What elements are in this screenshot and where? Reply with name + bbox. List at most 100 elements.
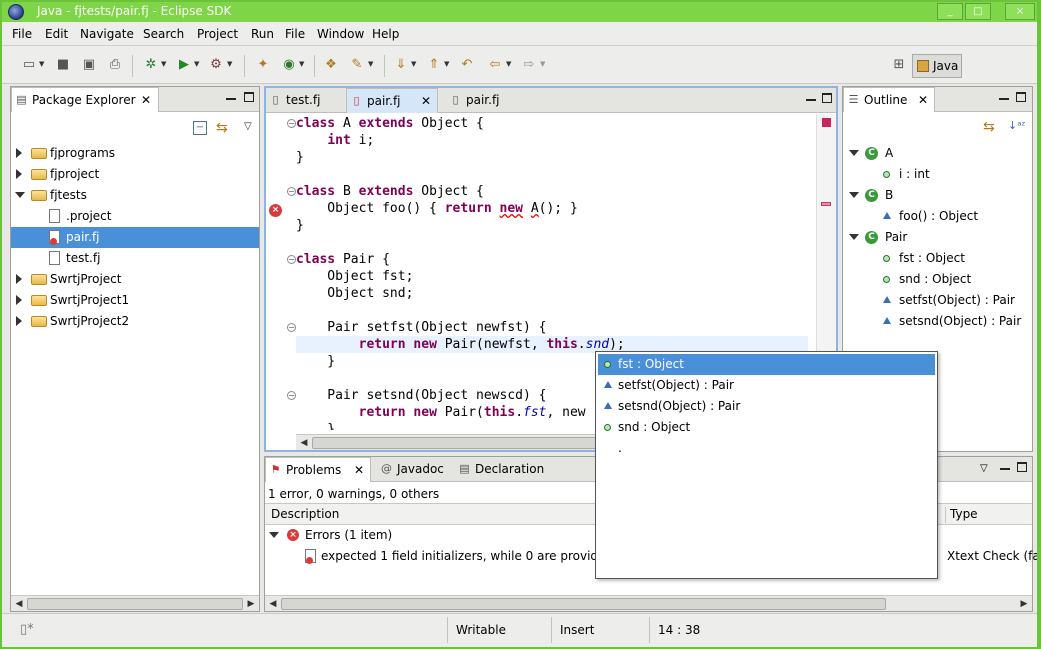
sort-icon[interactable]: ↓ᵃᶻ: [1008, 119, 1026, 132]
collapse-arrow-icon[interactable]: [849, 150, 859, 156]
scroll-left-icon[interactable]: ◀: [13, 598, 25, 610]
menu-file-2[interactable]: File: [285, 27, 305, 41]
close-window-button[interactable]: ×: [1005, 3, 1035, 20]
close-icon[interactable]: ✕: [141, 88, 151, 112]
forward-dropdown-icon[interactable]: ▼: [540, 60, 545, 68]
completion-item-setfst[interactable]: setfst(Object) : Pair: [598, 375, 935, 396]
collapse-arrow-icon[interactable]: [849, 192, 859, 198]
outline-item-field-snd[interactable]: snd : Object: [843, 269, 1032, 290]
collapse-arrow-icon[interactable]: [15, 192, 25, 198]
menu-navigate[interactable]: Navigate: [80, 27, 134, 41]
eclipse-app-icon[interactable]: [8, 4, 24, 20]
new-dropdown-icon[interactable]: ▼: [39, 60, 44, 68]
external-tools-dropdown-icon[interactable]: ▼: [227, 60, 232, 68]
tree-item-swrtjproject1[interactable]: SwrtjProject1: [11, 290, 259, 311]
link-with-editor-icon[interactable]: ⇆: [983, 119, 995, 135]
expand-arrow-icon[interactable]: [16, 295, 22, 305]
maximize-view-icon[interactable]: [1017, 462, 1027, 472]
new-package-icon[interactable]: ✦: [254, 56, 272, 74]
minimize-view-icon[interactable]: [999, 92, 1009, 100]
column-type[interactable]: Type: [945, 507, 978, 523]
completion-item-dot[interactable]: .: [598, 438, 935, 459]
external-tools-icon[interactable]: ⚙: [207, 56, 225, 74]
fold-collapse-icon[interactable]: −: [287, 119, 296, 128]
save-all-icon[interactable]: ▣: [80, 56, 98, 74]
scroll-thumb[interactable]: [281, 598, 886, 610]
debug-icon[interactable]: ✲: [142, 56, 160, 74]
scroll-left-icon[interactable]: ◀: [298, 437, 310, 449]
previous-annotation-dropdown-icon[interactable]: ▼: [444, 60, 449, 68]
tree-item-fjprograms[interactable]: fjprograms: [11, 143, 259, 164]
collapse-arrow-icon[interactable]: [269, 532, 279, 538]
close-icon[interactable]: ✕: [421, 89, 431, 113]
tab-declaration[interactable]: ▤ Declaration: [455, 457, 545, 482]
column-description[interactable]: Description: [271, 507, 339, 521]
close-icon[interactable]: ✕: [918, 88, 928, 112]
menu-search[interactable]: Search: [143, 27, 184, 41]
completion-item-snd[interactable]: snd : Object: [598, 417, 935, 438]
new-class-dropdown-icon[interactable]: ▼: [299, 60, 304, 68]
new-class-icon[interactable]: ◉: [280, 56, 298, 74]
next-annotation-dropdown-icon[interactable]: ▼: [411, 60, 416, 68]
scroll-thumb[interactable]: [312, 437, 612, 449]
outline-item-field-fst[interactable]: fst : Object: [843, 248, 1032, 269]
last-edit-location-icon[interactable]: ↶: [458, 56, 476, 74]
collapse-all-icon[interactable]: −: [193, 121, 207, 135]
link-with-editor-icon[interactable]: ⇆: [216, 120, 228, 136]
menu-help[interactable]: Help: [372, 27, 399, 41]
menu-file[interactable]: File: [12, 27, 32, 41]
scroll-right-icon[interactable]: ▶: [1018, 598, 1030, 610]
tab-pair-fj[interactable]: ▯ pair.fj: [446, 88, 526, 113]
debug-dropdown-icon[interactable]: ▼: [161, 60, 166, 68]
collapse-arrow-icon[interactable]: [849, 234, 859, 240]
minimize-view-icon[interactable]: [1000, 462, 1010, 470]
outline-item-field-i[interactable]: i : int: [843, 164, 1032, 185]
expand-arrow-icon[interactable]: [16, 148, 22, 158]
problems-hscrollbar[interactable]: ◀ ▶: [265, 595, 1032, 611]
view-menu-icon[interactable]: ▽: [244, 121, 252, 132]
print-icon[interactable]: ⎙: [106, 56, 124, 74]
menu-project[interactable]: Project: [197, 27, 238, 41]
error-overview-icon[interactable]: [822, 118, 831, 127]
close-icon[interactable]: ✕: [354, 458, 364, 482]
fast-view-icon[interactable]: ▯*: [20, 622, 34, 637]
fold-collapse-icon[interactable]: −: [287, 255, 296, 264]
maximize-window-button[interactable]: □: [965, 3, 991, 20]
tab-package-explorer[interactable]: ▤ Package Explorer ✕: [11, 87, 159, 112]
tab-pair-fj-active[interactable]: ▯ pair.fj ✕: [346, 88, 438, 113]
tab-outline[interactable]: ☰ Outline ✕: [843, 87, 935, 112]
completion-item-setsnd[interactable]: setsnd(Object) : Pair: [598, 396, 935, 417]
back-dropdown-icon[interactable]: ▼: [506, 60, 511, 68]
scroll-thumb[interactable]: [27, 598, 243, 610]
back-icon[interactable]: ⇦: [486, 56, 504, 74]
tree-item-pair-fj[interactable]: pair.fj: [11, 227, 259, 248]
minimize-view-icon[interactable]: [806, 93, 816, 101]
tab-test-fj[interactable]: ▯ test.fj: [266, 88, 346, 113]
scroll-right-icon[interactable]: ▶: [245, 598, 257, 610]
minimize-view-icon[interactable]: [226, 92, 236, 100]
maximize-view-icon[interactable]: [822, 93, 832, 103]
scroll-left-icon[interactable]: ◀: [267, 598, 279, 610]
open-perspective-icon[interactable]: ⊞: [890, 56, 908, 74]
tree-item-project-file[interactable]: .project: [11, 206, 259, 227]
menu-window[interactable]: Window: [317, 27, 364, 41]
outline-item-method-setsnd[interactable]: setsnd(Object) : Pair: [843, 311, 1032, 332]
search-icon[interactable]: ✎: [348, 56, 366, 74]
outline-item-method-setfst[interactable]: setfst(Object) : Pair: [843, 290, 1032, 311]
forward-icon[interactable]: ⇨: [520, 56, 538, 74]
menu-edit[interactable]: Edit: [45, 27, 68, 41]
fold-collapse-icon[interactable]: −: [287, 187, 296, 196]
expand-arrow-icon[interactable]: [16, 274, 22, 284]
tree-item-fjproject[interactable]: fjproject: [11, 164, 259, 185]
open-type-icon[interactable]: ❖: [322, 56, 340, 74]
tree-item-swrtjproject[interactable]: SwrtjProject: [11, 269, 259, 290]
completion-item-fst[interactable]: fst : Object: [598, 354, 935, 375]
tab-javadoc[interactable]: @ Javadoc: [377, 457, 447, 482]
maximize-view-icon[interactable]: [1016, 92, 1026, 102]
outline-item-method-foo[interactable]: foo() : Object: [843, 206, 1032, 227]
next-annotation-icon[interactable]: ⇓: [392, 56, 410, 74]
tab-problems[interactable]: ⚑ Problems ✕: [265, 457, 371, 482]
editor-vertical-ruler[interactable]: − − × − − −: [266, 114, 296, 430]
package-explorer-hscrollbar[interactable]: ◀ ▶: [11, 595, 259, 611]
expand-arrow-icon[interactable]: [16, 316, 22, 326]
